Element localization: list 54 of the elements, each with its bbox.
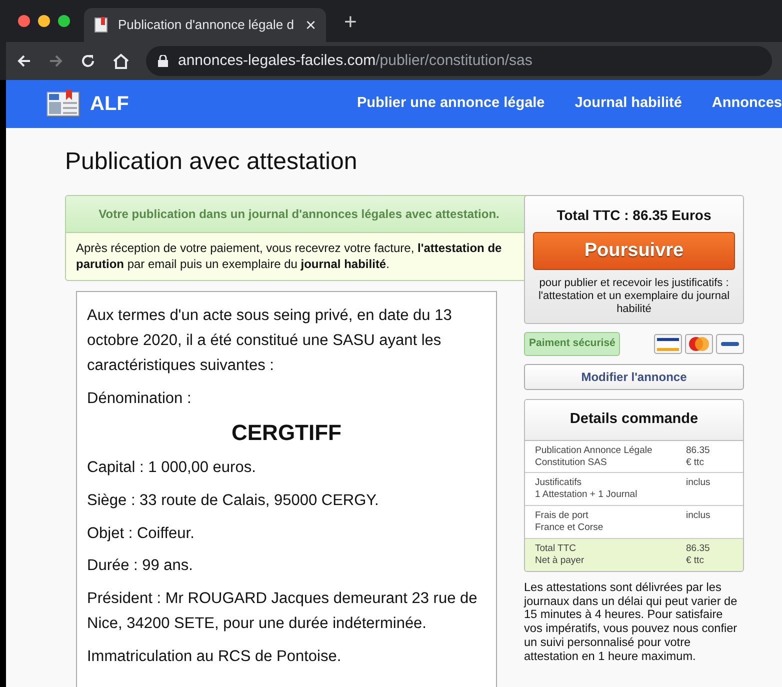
line-label: Justificatifs xyxy=(535,477,582,490)
close-tab-button[interactable]: × xyxy=(305,16,316,34)
window-control-icon[interactable] xyxy=(58,15,70,27)
window-control-icon[interactable] xyxy=(38,15,50,27)
line-label: Publication Annonce Légale xyxy=(535,444,654,457)
line-sublabel: 1 Attestation + 1 Journal xyxy=(535,489,638,502)
brand-name[interactable]: ALF xyxy=(90,89,129,119)
line-label: Total TTC xyxy=(535,542,578,555)
logo-icon[interactable] xyxy=(46,90,82,118)
nav-link[interactable]: Journal habilité xyxy=(574,93,682,115)
announcement-paragraph: Aux termes d'un acte sous seing privé, en date du 13 octobre 2020, il a été constitué une SASU ayant les caractéristiques suivantes : xyxy=(87,306,453,376)
line-label: Frais de port xyxy=(535,510,590,522)
checkout-note: pour publier et recevoir les justificatifs : l'attestation et un exemplaire du journal habilité xyxy=(537,277,731,316)
secure-payment-badge: Paiment sécurisé xyxy=(524,332,620,356)
order-details-title: Details commande xyxy=(525,400,743,441)
line-sublabel: Net à payer xyxy=(535,554,586,567)
card-icon xyxy=(654,334,682,354)
line-value: inclus xyxy=(686,510,712,522)
order-total: Total TTC : 86.35 Euros xyxy=(556,206,712,225)
announcement-paragraph: Objet : Coiffeur. xyxy=(87,524,196,544)
document-icon xyxy=(94,17,108,33)
lock-icon xyxy=(158,55,168,67)
reload-icon[interactable] xyxy=(80,53,96,69)
line-subvalue: € ttc xyxy=(686,456,705,468)
line-value: 86.35 xyxy=(686,542,711,555)
card-icon xyxy=(716,334,744,354)
delivery-note: Les attestations sont délivrées par les journaux dans un délai qui peut varier de 15 minutes à 4 heures. Pour satisfaire vos impératifs, vous pouvez nous confier un suivi personnalisé pour votre attestation en 1 heure maximum. xyxy=(524,580,738,664)
announcement-paragraph: Durée : 99 ans. xyxy=(87,556,194,576)
line-sublabel: France et Corse xyxy=(535,522,604,534)
company-name: CERGTIFF xyxy=(230,419,342,448)
nav-link[interactable]: Annonces xyxy=(712,93,782,115)
forward-icon[interactable] xyxy=(48,53,64,69)
line-sublabel: Constitution SAS xyxy=(535,456,608,468)
line-value: inclus xyxy=(686,477,712,490)
card-icon xyxy=(685,334,713,354)
tab-title: Publication d'annonce légale d xyxy=(118,16,295,34)
edit-announcement-button[interactable]: Modifier l'annonce xyxy=(524,364,744,390)
browser-tab[interactable]: Publication d'annonce légale d × xyxy=(84,8,326,42)
announcement-paragraph: Président : Mr ROUGARD Jacques demeurant 23 rue de Nice, 34200 SETE, pour une durée indéterminée. xyxy=(87,589,478,634)
address-bar[interactable]: annonces-legales-faciles.com/publier/constitution/sas xyxy=(146,46,772,76)
announcement-paragraph: Immatriculation au RCS de Pontoise. xyxy=(87,646,342,667)
announcement-paragraph: Siège : 33 route de Calais, 95000 CERGY. xyxy=(87,490,380,511)
url-text: annonces-legales-faciles.com/publier/constitution/sas xyxy=(178,50,532,71)
nav-link[interactable]: Publier une annonce légale xyxy=(356,93,545,115)
window-control-icon[interactable] xyxy=(18,15,30,27)
announcement-paragraph: Dénomination : xyxy=(87,388,192,409)
notice-text: Après réception de votre paiement, vous recevrez votre facture, l'attestation de parution par email puis un exemplaire du journal habilité. xyxy=(75,240,503,273)
home-icon[interactable] xyxy=(112,53,130,69)
line-subvalue: € ttc xyxy=(686,554,705,567)
page-title: Publication avec attestation xyxy=(65,148,358,177)
back-icon[interactable] xyxy=(16,53,32,69)
announcement-paragraph: Capital : 1 000,00 euros. xyxy=(87,458,257,478)
new-tab-button[interactable]: + xyxy=(340,4,361,38)
line-value: 86.35 xyxy=(686,444,711,457)
